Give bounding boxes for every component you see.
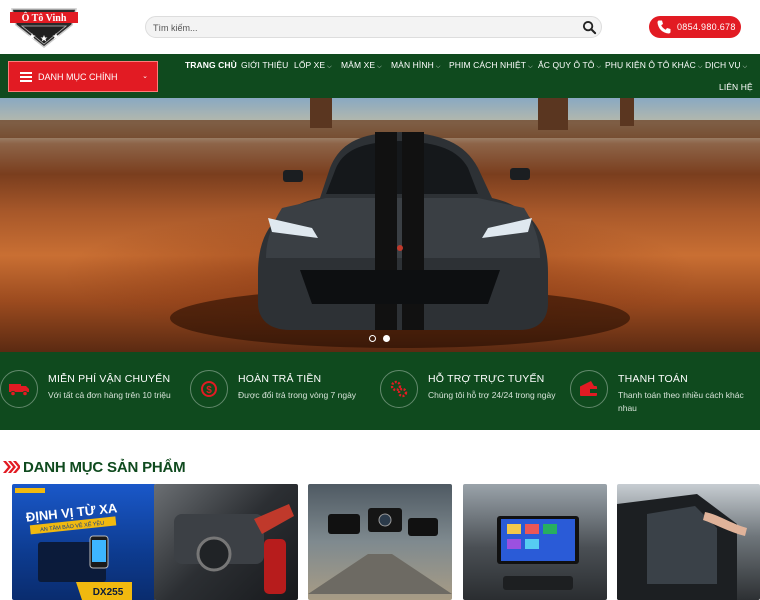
category-card-dashcam[interactable]	[308, 484, 452, 600]
nav-item-gioi-thieu[interactable]: GIỚI THIỆU	[241, 60, 288, 70]
phone-button[interactable]: 0854.980.678	[649, 16, 741, 38]
nav-item-lien-he[interactable]: LIÊN HỆ	[719, 82, 753, 92]
search-icon[interactable]	[582, 20, 597, 35]
phone-number: 0854.980.678	[677, 22, 736, 32]
category-image-screen	[497, 516, 579, 590]
truck-icon	[0, 370, 38, 408]
refund-icon: $	[190, 370, 228, 408]
nav-menu: TRANG CHỦ GIỚI THIỆU LỐP XE ⌵ MÂM XE ⌵ MÀN…	[181, 59, 756, 99]
section-title-text: DANH MỤC SẢN PHẨM	[23, 458, 186, 476]
chevron-down-icon: ⌵	[742, 64, 748, 70]
chevron-down-icon: ⌵	[435, 64, 441, 70]
hero-car-image	[170, 132, 630, 348]
main-navbar: DANH MỤC CHÍNH ⌄ TRANG CHỦ GIỚI THIỆU LỐ…	[0, 54, 760, 98]
chevron-down-icon: ⌵	[697, 64, 703, 70]
search-input[interactable]	[153, 20, 573, 35]
phone-icon	[657, 20, 671, 34]
feature-title: THANH TOÁN	[618, 373, 688, 385]
category-card-engine[interactable]	[154, 484, 298, 600]
feature-title: HOÀN TRẢ TIỀN	[238, 373, 322, 385]
slider-dot-2[interactable]	[383, 335, 390, 342]
nav-item-trang-chu[interactable]: TRANG CHỦ	[185, 60, 237, 70]
hero-slider[interactable]	[0, 98, 760, 352]
feature-desc: Với tất cả đơn hàng trên 10 triệu	[48, 390, 171, 400]
nav-item-mam-xe[interactable]: MÂM XE ⌵	[341, 60, 382, 71]
nav-item-man-hinh[interactable]: MÀN HÌNH ⌵	[391, 60, 440, 71]
search-bar	[145, 16, 602, 38]
category-menu-label: DANH MỤC CHÍNH	[38, 71, 118, 82]
slider-dot-1[interactable]	[369, 335, 376, 342]
logo-text: Ô Tô Vinh	[22, 11, 67, 24]
features-bar: MIỄN PHÍ VẬN CHUYỂN Với tất cả đơn hàng …	[0, 352, 760, 430]
chevron-down-icon: ⌵	[528, 64, 533, 70]
chevron-down-icon: ⌵	[596, 64, 602, 70]
chevron-down-icon: ⌵	[327, 64, 332, 70]
nav-item-dich-vu[interactable]: DỊCH VỤ ⌵	[705, 60, 747, 71]
nav-item-lop-xe[interactable]: LỐP XE ⌵	[294, 60, 332, 71]
category-image-dashcam	[308, 508, 452, 594]
banner-model: DX255	[93, 587, 124, 598]
nav-item-phu-kien[interactable]: PHỤ KIỆN Ô TÔ KHÁC ⌵	[605, 60, 703, 71]
feature-refund: $ HOÀN TRẢ TIỀN Được đổi trả trong vòng …	[190, 370, 375, 420]
category-card-phim-cach-nhiet[interactable]	[617, 484, 760, 600]
double-chevron-icon	[3, 461, 20, 473]
hamburger-icon	[20, 72, 32, 82]
section-title: DANH MỤC SẢN PHẨM	[2, 457, 186, 477]
feature-support: HỖ TRỢ TRỰC TUYẾN Chúng tôi hỗ trợ 24/24…	[380, 370, 565, 420]
feature-payment: THANH TOÁN Thanh toán theo nhiều cách kh…	[570, 370, 755, 420]
category-card-dinh-vi[interactable]: ĐỊNH VỊ TỪ XA AN TÂM BẢO VỆ XẾ YÊU DX255	[12, 484, 156, 600]
logo[interactable]: Ô Tô Vinh	[8, 3, 80, 50]
product-category-grid: ĐỊNH VỊ TỪ XA AN TÂM BẢO VỆ XẾ YÊU DX255	[0, 484, 760, 600]
payment-icon	[570, 370, 608, 408]
top-header: Ô Tô Vinh 0854.980.678	[0, 0, 760, 54]
feature-free-shipping: MIỄN PHÍ VẬN CHUYỂN Với tất cả đơn hàng …	[0, 370, 185, 420]
nav-item-ac-quy[interactable]: ẮC QUY Ô TÔ ⌵	[538, 60, 601, 71]
category-image-engine	[174, 504, 294, 594]
feature-title: HỖ TRỢ TRỰC TUYẾN	[428, 373, 545, 385]
category-card-man-hinh[interactable]	[463, 484, 607, 600]
feature-title: MIỄN PHÍ VẬN CHUYỂN	[48, 373, 171, 385]
feature-desc: Thanh toán theo nhiều cách khác nhau	[618, 390, 744, 413]
gears-icon	[380, 370, 418, 408]
feature-desc: Được đổi trả trong vòng 7 ngày	[238, 390, 357, 400]
chevron-down-icon: ⌄	[142, 73, 148, 80]
nav-item-phim-cach-nhiet[interactable]: PHIM CÁCH NHIỆT ⌵	[449, 60, 533, 71]
slider-dots	[369, 335, 393, 343]
feature-desc: Chúng tôi hỗ trợ 24/24 trong ngày	[428, 390, 556, 400]
category-image-dinh-vi: ĐỊNH VỊ TỪ XA AN TÂM BẢO VỆ XẾ YÊU DX255	[15, 488, 132, 600]
category-menu-button[interactable]: DANH MỤC CHÍNH ⌄	[8, 61, 158, 92]
category-image-window-film	[617, 494, 747, 600]
svg-text:$: $	[206, 385, 212, 396]
chevron-down-icon: ⌵	[377, 64, 382, 70]
